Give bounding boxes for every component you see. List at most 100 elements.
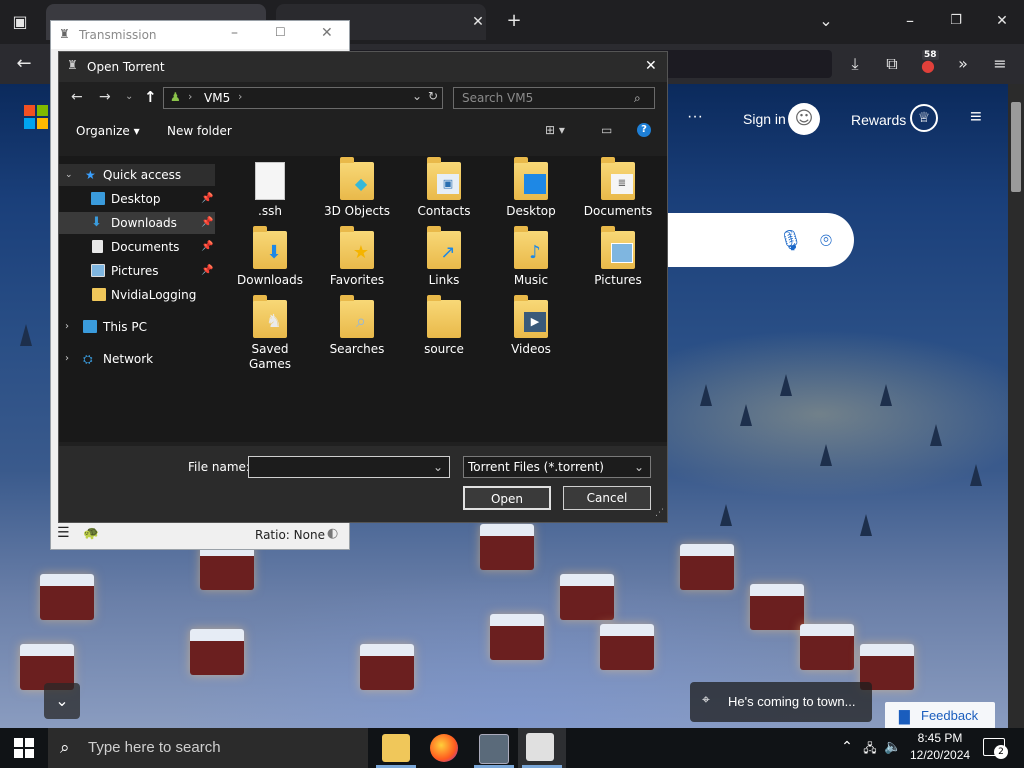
microphone-icon[interactable]: 🎙 [778,228,803,252]
visual-search-icon[interactable]: ⌾ [814,228,838,252]
folder-item-links[interactable]: ↗ Links [403,226,485,287]
restore-icon[interactable]: ❐ [944,11,968,31]
chevron-down-icon[interactable]: ⌄ [433,457,443,477]
close-window-icon[interactable]: ✕ [990,11,1014,31]
chevron-down-icon[interactable]: ⌄ [412,89,422,103]
help-icon[interactable]: ? [637,123,651,137]
pin-icon[interactable]: 📌 [201,236,213,258]
pictures-folder-icon [601,226,635,269]
minimize-icon[interactable]: – [231,25,238,41]
nav-item-quick-access[interactable]: ⌄ ★ Quick access [59,164,215,186]
folder-item-music[interactable]: ♪ Music [490,226,572,287]
rewards-link[interactable]: Rewards [851,112,906,128]
pin-icon[interactable]: 📌 [201,188,213,210]
back-arrow-icon[interactable]: ← [12,54,36,74]
sign-in-link[interactable]: Sign in [743,111,786,127]
nav-item-network[interactable]: › ⛭ Network [59,348,215,370]
feedback-button[interactable]: ▇ Feedback [885,702,995,730]
search-input[interactable]: Search VM5 ⌕ [453,87,655,109]
chevron-down-icon[interactable]: ⌄ [814,11,838,31]
cancel-button[interactable]: Cancel [563,486,651,510]
pin-icon[interactable]: 📌 [201,212,213,234]
folder-item-videos[interactable]: ▶ Videos [490,295,572,356]
show-hidden-icons-chevron-icon[interactable]: ⌃ [838,739,856,755]
folder-item-source[interactable]: source [403,295,485,356]
organize-button[interactable]: Organize ▾ [76,124,140,138]
refresh-icon[interactable]: ↻ [428,89,438,103]
expand-chevron-icon[interactable]: › [65,348,69,370]
expand-chevron-icon[interactable]: ⌄ [65,164,73,186]
folder-item-favorites[interactable]: ★ Favorites [316,226,398,287]
open-button[interactable]: Open [463,486,551,510]
taskbar-search-box[interactable]: ⌕ Type here to search [48,728,368,768]
nav-item-pictures[interactable]: Pictures 📌 [59,260,215,282]
file-name-input[interactable]: ⌄ [248,456,450,478]
nav-item-downloads[interactable]: ⬇ Downloads 📌 [59,212,215,234]
tab-list-icon[interactable]: ▣ [8,12,32,32]
view-options-icon[interactable]: ⊞ ▾ [545,123,565,137]
tree-shape [880,384,892,406]
folder-item-searches[interactable]: ⌕ Searches [316,295,398,356]
forward-arrow-icon[interactable]: → [99,89,111,105]
hamburger-menu-icon[interactable]: ≡ [988,54,1012,74]
breadcrumb[interactable]: VM5 [204,91,230,105]
firefox-icon[interactable] [430,734,458,762]
file-explorer-icon[interactable] [382,734,410,762]
extensions-icon[interactable]: ⧉ [880,54,904,74]
options-menu-icon[interactable]: ☰ [57,525,70,541]
download-icon[interactable]: ⤓ [843,54,867,74]
new-tab-icon[interactable]: + [502,11,526,31]
folder-item-3d-objects[interactable]: ◆ 3D Objects [316,157,398,218]
turtle-icon[interactable]: 🐢 [83,526,99,541]
folder-item-contacts[interactable]: ▣ Contacts [403,157,485,218]
new-folder-button[interactable]: New folder [167,124,232,138]
volume-muted-icon[interactable]: 🔈 [884,739,902,755]
image-caption-box[interactable]: ⌖ He's coming to town... [690,682,872,722]
overflow-chevron-icon[interactable]: » [951,54,975,74]
ratio-label[interactable]: Ratio: None [255,528,325,542]
minimize-icon[interactable]: – [898,11,922,31]
notification-center-icon[interactable]: 2 [983,738,1008,759]
nav-item-nvidialogging[interactable]: NvidiaLogging [59,284,215,306]
up-arrow-icon[interactable]: ↑ [144,88,157,106]
microsoft-logo-icon[interactable] [24,105,48,129]
nav-item-documents[interactable]: Documents 📌 [59,236,215,258]
file-type-select[interactable]: Torrent Files (*.torrent) ⌄ [463,456,651,478]
folder-item-desktop[interactable]: Desktop [490,157,572,218]
music-folder-icon: ♪ [514,226,548,269]
searches-folder-icon: ⌕ [340,295,374,338]
close-icon[interactable]: ✕ [321,25,333,41]
scroll-down-chevron-icon[interactable]: ⌄ [44,683,80,719]
folder-item-pictures[interactable]: Pictures [577,226,659,287]
rewards-trophy-icon[interactable]: ♕ [910,104,938,132]
folder-item-saved-games[interactable]: ♞ Saved Games [229,295,311,372]
pin-icon[interactable]: 📌 [201,260,213,282]
user-avatar-icon[interactable]: ☺ [788,103,820,135]
nav-item-desktop[interactable]: Desktop 📌 [59,188,215,210]
address-bar[interactable]: ♟ › VM5 › ⌄ ↻ [163,87,443,109]
folder-item-downloads[interactable]: ⬇ Downloads [229,226,311,287]
documents-folder-icon: ≣ [601,157,635,200]
navigation-pane: ⌄ ★ Quick access Desktop 📌 ⬇ Downloads 📌… [59,156,219,442]
expand-chevron-icon[interactable]: › [65,316,69,338]
bing-menu-icon[interactable]: ≡ [970,106,982,129]
recent-locations-icon[interactable]: ⌄ [125,91,133,102]
network-status-icon[interactable]: 🖧 [861,739,879,760]
back-arrow-icon[interactable]: ← [71,89,83,105]
file-item-ssh[interactable]: .ssh [229,162,311,218]
folder-item-documents[interactable]: ≣ Documents [577,157,659,218]
maximize-icon[interactable]: ☐ [275,25,286,39]
more-menu-icon[interactable]: ··· [687,108,703,126]
windows-start-icon[interactable] [14,738,34,758]
file-list-pane: .ssh ◆ 3D Objects ▣ Contacts Desktop ≣ D… [219,156,667,442]
chevron-down-icon[interactable]: ⌄ [634,457,644,477]
scrollbar-thumb[interactable] [1011,102,1021,192]
preview-pane-icon[interactable]: ▭ [601,123,612,137]
close-icon[interactable]: ✕ [645,58,657,74]
network-app-icon[interactable] [479,734,509,764]
ratio-icon[interactable]: ◐ [327,526,338,541]
nav-item-this-pc[interactable]: › This PC [59,316,215,338]
resize-grip-icon[interactable]: ⋰ [655,508,664,518]
taskbar-clock[interactable]: 8:45 PM 12/20/2024 [910,730,970,764]
close-tab-icon[interactable]: ✕ [466,12,490,32]
